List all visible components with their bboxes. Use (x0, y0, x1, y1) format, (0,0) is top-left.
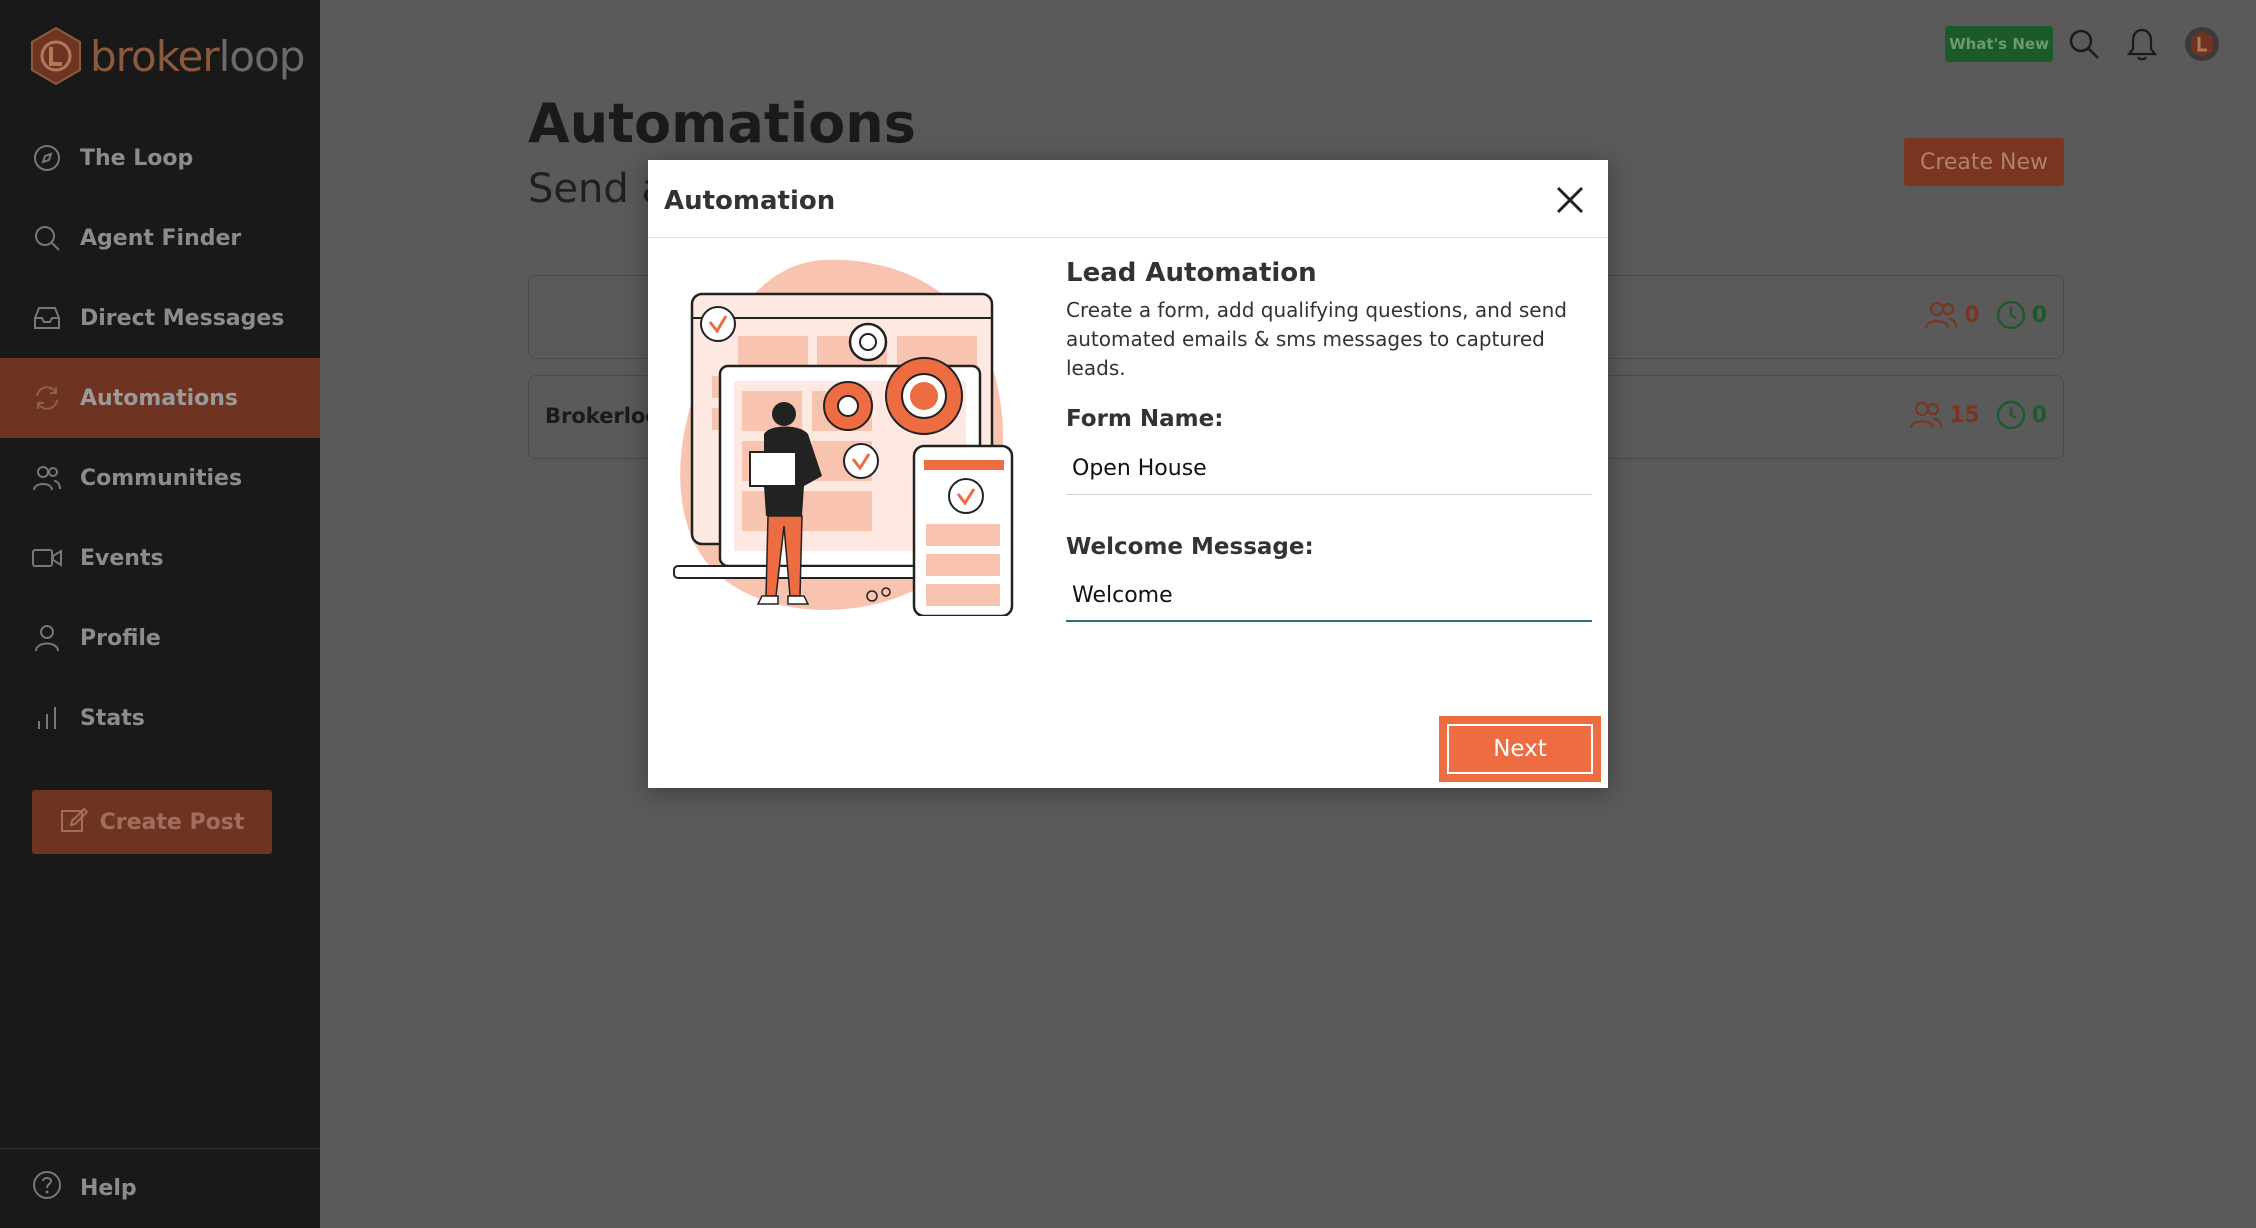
inbox-icon (32, 303, 62, 333)
clock-icon (1996, 400, 2025, 430)
sidebar-item-agent-finder[interactable]: Agent Finder (0, 198, 320, 278)
leads-count: 15 (1909, 400, 1980, 430)
page-title: Automations (528, 92, 916, 155)
automation-illustration (672, 256, 1032, 618)
lead-automation-title: Lead Automation (1066, 258, 1317, 288)
sidebar-item-direct-messages[interactable]: Direct Messages (0, 278, 320, 358)
form-name-label: Form Name: (1066, 406, 1224, 432)
sidebar-item-automations[interactable]: Automations (0, 358, 320, 438)
help-circle-icon (32, 1170, 62, 1206)
welcome-message-label: Welcome Message: (1066, 534, 1314, 560)
sidebar-item-label: Automations (80, 385, 239, 411)
sidebar-item-label: Stats (80, 705, 145, 731)
sidebar-item-communities[interactable]: Communities (0, 438, 320, 518)
users-icon (32, 463, 62, 493)
avatar[interactable] (2184, 26, 2220, 62)
automation-modal: Automation Lead Automation Create a form… (648, 160, 1608, 788)
sidebar-item-label: Events (80, 545, 164, 571)
edit-icon (60, 805, 89, 839)
clock-icon (1996, 300, 2025, 330)
page-subtitle: Send a (528, 166, 666, 212)
sidebar-item-label: Profile (80, 625, 161, 651)
compass-icon (32, 143, 62, 173)
next-button-label: Next (1447, 724, 1593, 774)
pending-count: 0 (1996, 300, 2047, 330)
welcome-message-field[interactable] (1066, 570, 1592, 622)
brand-logo[interactable]: brokerloop (30, 26, 305, 86)
close-icon[interactable] (1554, 184, 1586, 216)
create-post-label: Create Post (99, 809, 245, 835)
sidebar-item-stats[interactable]: Stats (0, 678, 320, 758)
search-icon (32, 223, 62, 253)
create-new-button[interactable]: Create New (1904, 138, 2064, 186)
row-stats: 0 0 (1908, 300, 2047, 330)
lead-automation-description: Create a form, add qualifying questions,… (1066, 298, 1567, 380)
user-icon (32, 623, 62, 653)
refresh-icon (32, 383, 62, 413)
form-name-field[interactable] (1066, 443, 1592, 495)
sidebar-item-label: Agent Finder (80, 225, 242, 251)
leads-count: 0 (1924, 300, 1980, 330)
users-icon (1925, 301, 1958, 329)
brand-name: brokerloop (90, 31, 305, 81)
next-button[interactable]: Next (1439, 716, 1601, 782)
users-icon (1909, 401, 1943, 429)
sidebar-item-label: The Loop (80, 145, 194, 171)
sidebar: brokerloop The Loop Agent Finder Direct … (0, 0, 320, 1228)
automation-name: Brokerloo (545, 404, 660, 428)
logo-mark-icon (30, 26, 82, 86)
search-icon[interactable] (2066, 26, 2102, 62)
pending-count: 0 (1996, 400, 2047, 430)
modal-title: Automation (664, 186, 836, 216)
sidebar-item-events[interactable]: Events (0, 518, 320, 598)
bar-chart-icon (32, 703, 62, 733)
modal-header: Automation (648, 160, 1608, 238)
help-label: Help (80, 1175, 137, 1201)
video-icon (32, 543, 62, 573)
whats-new-button[interactable]: What's New (1945, 26, 2053, 62)
help-link[interactable]: Help (32, 1170, 137, 1206)
sidebar-item-label: Direct Messages (80, 305, 285, 331)
row-stats: 15 0 (1893, 400, 2047, 430)
sidebar-item-label: Communities (80, 465, 243, 491)
bell-icon[interactable] (2124, 26, 2160, 62)
sidebar-nav: The Loop Agent Finder Direct Messages Au… (0, 118, 320, 758)
create-post-button[interactable]: Create Post (32, 790, 272, 854)
divider (0, 1148, 320, 1149)
sidebar-item-profile[interactable]: Profile (0, 598, 320, 678)
sidebar-item-the-loop[interactable]: The Loop (0, 118, 320, 198)
